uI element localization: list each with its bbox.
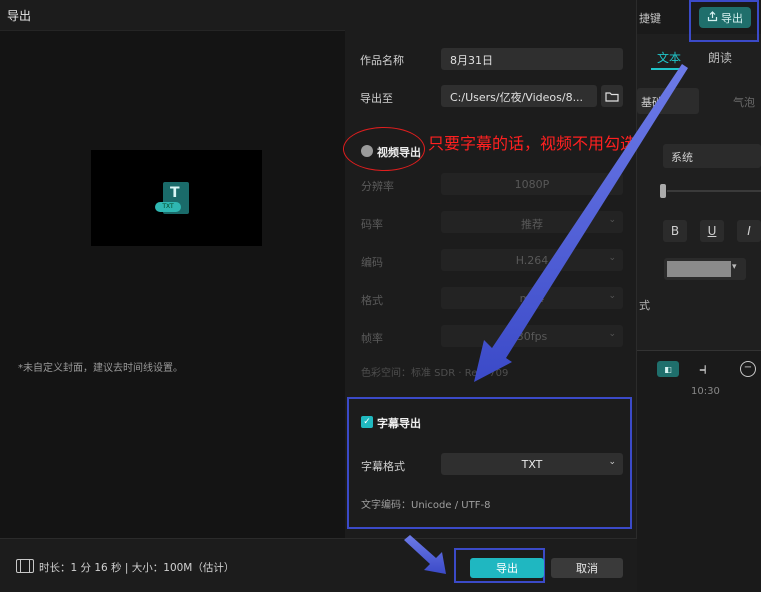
- size-slider-handle[interactable]: [660, 184, 666, 198]
- font-select[interactable]: 系统: [663, 144, 761, 168]
- italic-button[interactable]: I: [737, 220, 761, 242]
- subtitle-format-label: 字幕格式: [361, 460, 405, 473]
- framerate-value: 30fps: [516, 330, 548, 343]
- style-label: 式: [639, 299, 650, 312]
- format-label: 格式: [361, 294, 383, 307]
- tab-read[interactable]: 朗读: [708, 49, 732, 66]
- framerate-select: 30fps ⌄: [441, 325, 623, 347]
- resolution-label: 分辨率: [361, 180, 394, 193]
- export-button[interactable]: 导出: [470, 558, 544, 578]
- bitrate-value: 推荐: [521, 218, 543, 231]
- duration-info: 时长：1 分 16 秒 | 大小：100M（估计）: [39, 562, 235, 574]
- annotation-box-top-export: [689, 0, 759, 42]
- path-label: 导出至: [360, 92, 393, 105]
- chevron-down-icon: ⌄: [608, 253, 616, 263]
- subtitle-export-checkbox[interactable]: ✓: [361, 416, 373, 428]
- tab-active-indicator: [651, 68, 687, 70]
- size-slider-track[interactable]: [667, 190, 761, 192]
- name-input[interactable]: 8月31日: [441, 48, 623, 70]
- bitrate-select: 推荐 ⌄: [441, 211, 623, 233]
- editor-subtabs: 基础 气泡: [637, 88, 761, 114]
- codec-select: H.264 ⌄: [441, 249, 623, 271]
- framerate-label: 帧率: [361, 332, 383, 345]
- split-icon[interactable]: ⫞: [699, 359, 707, 379]
- folder-button[interactable]: [601, 85, 623, 107]
- bitrate-label: 码率: [361, 218, 383, 231]
- shortcut-label[interactable]: 捷键: [639, 10, 661, 26]
- color-picker[interactable]: ▾: [664, 258, 746, 280]
- codec-label: 编码: [361, 256, 383, 269]
- export-dialog: 导出 T TXT *未自定义封面，建议去时间线设置。 作品名称 8月31日 导出…: [0, 0, 637, 592]
- name-label: 作品名称: [360, 54, 404, 67]
- color-swatch: [667, 261, 731, 277]
- resolution-value: 1080P: [514, 178, 550, 191]
- dialog-title: 导出: [0, 0, 636, 30]
- bold-button[interactable]: B: [663, 220, 687, 242]
- codec-value: H.264: [515, 254, 549, 267]
- subtab-bubble[interactable]: 气泡: [733, 94, 755, 110]
- cover-preview[interactable]: T TXT: [91, 150, 262, 246]
- timeline-toggle-button[interactable]: ◧: [657, 361, 679, 377]
- dialog-footer: 时长：1 分 16 秒 | 大小：100M（估计） 导出 取消: [0, 538, 637, 592]
- file-type-tag: TXT: [155, 202, 181, 212]
- editor-tabs: 文本 朗读: [637, 44, 761, 70]
- underline-button[interactable]: U: [700, 220, 724, 242]
- subtitle-export-label[interactable]: 字幕导出: [377, 415, 421, 431]
- chevron-down-icon: ⌄: [608, 177, 616, 187]
- timeline-toolbar: ◧ ⫞ − 10:30: [637, 350, 761, 592]
- annotation-red-ellipse: [343, 127, 425, 171]
- chevron-down-icon: ▾: [732, 262, 737, 272]
- subtitle-format-value: TXT: [521, 458, 543, 471]
- txt-file-icon: T TXT: [155, 182, 189, 214]
- subtitle-format-select[interactable]: TXT ⌄: [441, 453, 623, 475]
- cover-hint: *未自定义封面，建议去时间线设置。: [18, 363, 183, 374]
- chevron-down-icon: ⌄: [608, 329, 616, 339]
- resolution-select: 1080P ⌄: [441, 173, 623, 195]
- format-select: mp4 ⌄: [441, 287, 623, 309]
- zoom-out-icon[interactable]: −: [740, 361, 756, 377]
- editor-background: 捷键 导出 文本 朗读 基础 气泡 系统 B U I ▾ 式 ◧ ⫞ − 10:…: [637, 0, 761, 592]
- annotation-note: 只要字幕的话，视频不用勾选: [428, 134, 637, 153]
- tab-text[interactable]: 文本: [657, 49, 681, 66]
- chevron-down-icon: ⌄: [608, 291, 616, 301]
- encoding-info: 文字编码：Unicode / UTF-8: [361, 500, 491, 511]
- chevron-down-icon: ⌄: [608, 215, 616, 225]
- format-value: mp4: [519, 292, 545, 305]
- preview-pane: T TXT *未自定义封面，建议去时间线设置。: [0, 30, 345, 538]
- path-input[interactable]: C:/Users/亿夜/Videos/8...: [441, 85, 597, 107]
- subtab-basic[interactable]: 基础: [637, 88, 699, 114]
- folder-icon: [605, 87, 619, 106]
- film-icon: [16, 559, 34, 573]
- timeline-time: 10:30: [691, 386, 720, 397]
- chevron-down-icon: ⌄: [608, 457, 616, 467]
- color-space-info: 色彩空间：标准 SDR · Rec. 709: [361, 368, 509, 379]
- cancel-button[interactable]: 取消: [551, 558, 623, 578]
